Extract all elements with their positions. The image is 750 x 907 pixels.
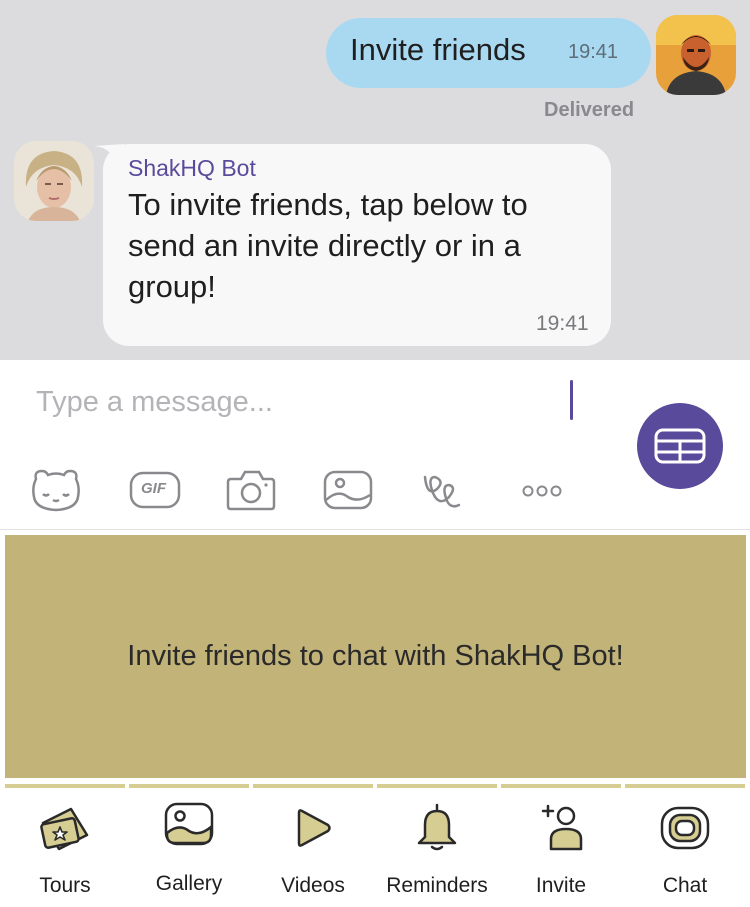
nav-label-reminders: Reminders	[386, 874, 488, 897]
sticker-button[interactable]	[28, 466, 84, 514]
bot-keyboard-icon	[654, 428, 706, 464]
gallery-icon	[323, 470, 373, 510]
incoming-sender-name: ShakHQ Bot	[128, 155, 256, 181]
image-icon	[164, 802, 214, 846]
nav-tours[interactable]: Tours	[5, 784, 125, 903]
nav-label-chat: Chat	[662, 874, 708, 897]
bell-icon	[417, 803, 457, 851]
camera-button[interactable]	[223, 466, 279, 514]
gif-label: GIF	[141, 480, 166, 497]
gif-button[interactable]: GIF	[127, 466, 183, 514]
nav-videos[interactable]: Videos	[253, 784, 373, 903]
doodle-icon	[423, 475, 461, 508]
more-icon	[522, 485, 562, 497]
message-composer: GIF	[0, 360, 750, 530]
ticket-icon	[40, 807, 89, 851]
invite-banner-text: Invite friends to chat with ShakHQ Bot!	[127, 640, 624, 672]
user-avatar-image	[656, 15, 736, 95]
doodle-button[interactable]	[417, 466, 473, 514]
chat-area[interactable]: Invite friends 19:41 Delivered ShakHQ Bo…	[0, 0, 750, 360]
play-icon	[297, 809, 331, 847]
camera-icon	[226, 470, 276, 511]
outgoing-message-text: Invite friends	[350, 32, 526, 67]
nav-label-tours: Tours	[39, 874, 91, 897]
nav-label-invite: Invite	[535, 874, 587, 897]
delivery-status: Delivered	[544, 99, 635, 121]
invite-banner[interactable]: Invite friends to chat with ShakHQ Bot!	[5, 535, 746, 778]
message-input[interactable]	[36, 382, 556, 422]
outgoing-message-time: 19:41	[568, 41, 619, 63]
nav-invite[interactable]: Invite	[501, 784, 621, 903]
chat-bubble-icon	[660, 806, 710, 850]
text-cursor	[570, 380, 573, 420]
gallery-button[interactable]	[320, 466, 376, 514]
bot-keyboard-button[interactable]	[637, 403, 723, 489]
incoming-message-time: 19:41	[536, 312, 589, 335]
nav-reminders[interactable]: Reminders	[377, 784, 497, 903]
bot-keyboard-menu: Tours Gallery Videos Reminders Invite Ch…	[0, 780, 750, 907]
nav-gallery[interactable]: Gallery	[129, 784, 249, 903]
bot-avatar-image	[14, 141, 94, 221]
user-avatar[interactable]	[656, 15, 736, 95]
bot-avatar[interactable]	[14, 141, 94, 221]
nav-chat[interactable]: Chat	[625, 784, 745, 903]
add-person-icon	[541, 804, 583, 851]
incoming-message-text: To invite friends, tap below to send an …	[128, 187, 528, 304]
more-button[interactable]	[514, 466, 570, 514]
nav-label-gallery: Gallery	[155, 872, 223, 895]
sticker-icon	[32, 469, 80, 512]
nav-label-videos: Videos	[281, 874, 345, 897]
